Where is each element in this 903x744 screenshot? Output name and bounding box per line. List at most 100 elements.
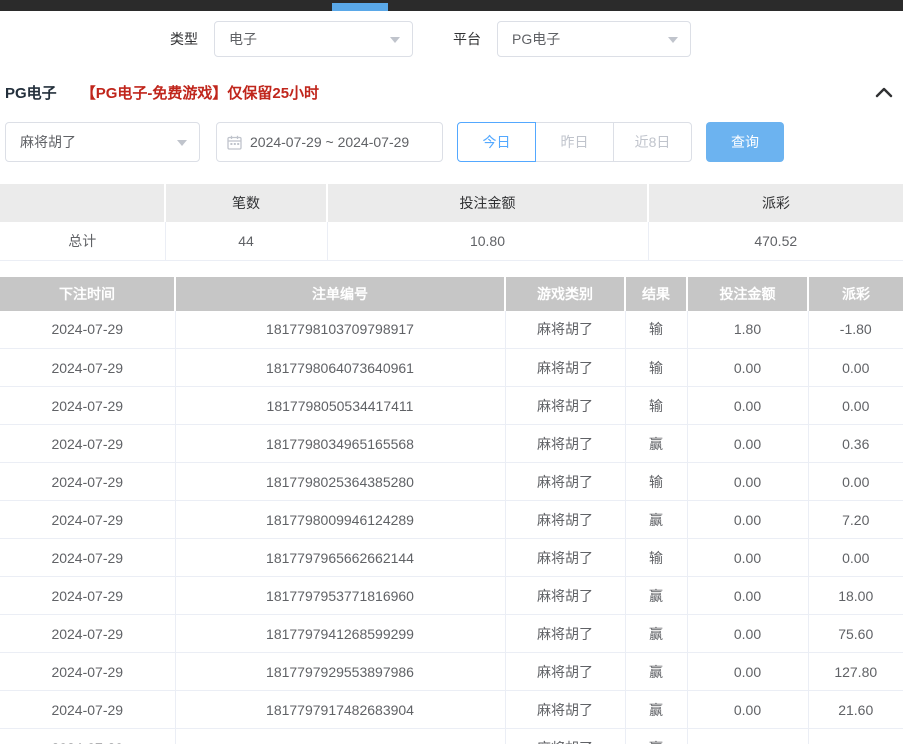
payout-cell: 127.80 bbox=[808, 653, 903, 691]
header-result: 结果 bbox=[625, 277, 687, 311]
order-no-cell: 1817798009946124289 bbox=[175, 501, 505, 539]
date-range-value: 2024-07-29 ~ 2024-07-29 bbox=[250, 134, 409, 150]
search-button[interactable]: 查询 bbox=[706, 122, 784, 162]
bet-amount-cell: 0.00 bbox=[687, 539, 808, 577]
quick-date-button-group: 今日 昨日 近8日 bbox=[457, 122, 692, 162]
bet-amount-cell: 0.00 bbox=[687, 615, 808, 653]
result-cell: 赢 bbox=[625, 729, 687, 744]
result-cell: 输 bbox=[625, 539, 687, 577]
payout-cell: -1.80 bbox=[808, 311, 903, 349]
top-nav-bar bbox=[0, 0, 903, 11]
summary-header-empty bbox=[0, 184, 165, 222]
table-row: 2024-07-29 1817798034965165568 麻将胡了 赢 0.… bbox=[0, 425, 903, 463]
type-label: 类型 bbox=[170, 29, 198, 49]
date-range-input[interactable]: 2024-07-29 ~ 2024-07-29 bbox=[216, 122, 443, 162]
bet-amount-cell: 0.00 bbox=[687, 463, 808, 501]
payout-cell: 0.00 bbox=[808, 387, 903, 425]
summary-header-count: 笔数 bbox=[165, 184, 327, 222]
yesterday-button[interactable]: 昨日 bbox=[535, 122, 614, 162]
bet-amount-cell: 0.00 bbox=[687, 653, 808, 691]
payout-cell: 75.60 bbox=[808, 615, 903, 653]
bet-amount-cell: 0.00 bbox=[687, 387, 808, 425]
game-type-cell: 麻将胡了 bbox=[505, 387, 625, 425]
bet-date-cell: 2024-07-29 bbox=[0, 653, 175, 691]
bet-amount-cell: 0.00 bbox=[687, 349, 808, 387]
today-button[interactable]: 今日 bbox=[457, 122, 536, 162]
type-select-value: 电子 bbox=[229, 29, 257, 49]
chevron-down-icon bbox=[668, 37, 678, 43]
order-no-cell: 1817798064073640961 bbox=[175, 349, 505, 387]
table-row: 2024-07-29 1817797917482683904 麻将胡了 赢 0.… bbox=[0, 691, 903, 729]
bet-amount-cell: 0.00 bbox=[687, 691, 808, 729]
game-type-cell: 麻将胡了 bbox=[505, 577, 625, 615]
game-select-value: 麻将胡了 bbox=[20, 132, 76, 152]
bet-date-cell: 2024-07-29 bbox=[0, 387, 175, 425]
filter-row: 类型 电子 平台 PG电子 bbox=[0, 21, 903, 57]
payout-cell: 18.00 bbox=[808, 577, 903, 615]
summary-header-row: 笔数 投注金额 派彩 bbox=[0, 184, 903, 222]
game-type-cell: 麻将胡了 bbox=[505, 653, 625, 691]
order-no-cell: 1817797965662662144 bbox=[175, 539, 505, 577]
table-body: 2024-07-29 1817798103709798917 麻将胡了 输 1.… bbox=[0, 311, 903, 744]
order-no-cell: 1817797941268599299 bbox=[175, 615, 505, 653]
order-no-cell: 1817797929553897986 bbox=[175, 653, 505, 691]
bet-amount-cell: 0.00 bbox=[687, 577, 808, 615]
result-cell: 赢 bbox=[625, 615, 687, 653]
table-row: 2024-07-29 1817798064073640961 麻将胡了 输 0.… bbox=[0, 349, 903, 387]
payout-cell: 7.20 bbox=[808, 501, 903, 539]
game-type-cell: 麻将胡了 bbox=[505, 539, 625, 577]
active-tab-indicator bbox=[332, 3, 388, 11]
chevron-up-icon bbox=[875, 86, 893, 98]
type-select[interactable]: 电子 bbox=[214, 21, 413, 57]
game-type-cell: 麻将胡了 bbox=[505, 691, 625, 729]
section-notice: 【PG电子-免费游戏】仅保留25小时 bbox=[81, 82, 319, 103]
table-header-row: 下注时间 注单编号 游戏类别 结果 投注金额 派彩 bbox=[0, 277, 903, 311]
game-select[interactable]: 麻将胡了 bbox=[5, 122, 200, 162]
result-cell: 输 bbox=[625, 463, 687, 501]
section-title: PG电子 bbox=[5, 82, 57, 103]
bet-date-cell: 2024-07-29 bbox=[0, 729, 175, 744]
table-row: 2024-07-29 1817798103709798917 麻将胡了 输 1.… bbox=[0, 311, 903, 349]
header-bet-time: 下注时间 bbox=[0, 277, 175, 311]
bet-amount-cell: 1.80 bbox=[687, 311, 808, 349]
payout-cell: 0.36 bbox=[808, 425, 903, 463]
header-game-type: 游戏类别 bbox=[505, 277, 625, 311]
order-no-cell: 1817797953771816960 bbox=[175, 577, 505, 615]
bet-amount-cell: 0.00 bbox=[687, 501, 808, 539]
summary-total-row: 总计 44 10.80 470.52 bbox=[0, 222, 903, 260]
game-type-cell: 麻将胡了 bbox=[505, 729, 625, 744]
table-row: 2024-07-29 1817798009946124289 麻将胡了 赢 0.… bbox=[0, 501, 903, 539]
summary-header-payout: 派彩 bbox=[648, 184, 903, 222]
bet-date-cell: 2024-07-29 bbox=[0, 425, 175, 463]
result-cell: 赢 bbox=[625, 425, 687, 463]
section-header: PG电子 【PG电子-免费游戏】仅保留25小时 bbox=[0, 83, 903, 101]
bet-date-cell: 2024-07-29 bbox=[0, 691, 175, 729]
game-type-cell: 麻将胡了 bbox=[505, 501, 625, 539]
header-payout: 派彩 bbox=[808, 277, 903, 311]
summary-header-bet-amount: 投注金额 bbox=[327, 184, 648, 222]
bet-date-cell: 2024-07-29 bbox=[0, 463, 175, 501]
collapse-button[interactable] bbox=[875, 86, 893, 98]
platform-select[interactable]: PG电子 bbox=[497, 21, 691, 57]
summary-total-bet-amount: 10.80 bbox=[327, 222, 648, 260]
payout-cell: 0.00 bbox=[808, 539, 903, 577]
bet-date-cell: 2024-07-29 bbox=[0, 539, 175, 577]
platform-select-value: PG电子 bbox=[512, 29, 560, 49]
order-no-cell: 1817797917482683904 bbox=[175, 691, 505, 729]
order-no-cell: 1817798034965165568 bbox=[175, 425, 505, 463]
chevron-down-icon bbox=[177, 140, 187, 146]
calendar-icon bbox=[227, 135, 242, 150]
summary-total-count: 44 bbox=[165, 222, 327, 260]
controls-row: 麻将胡了 2024-07-29 ~ 2024-07-29 今日 昨日 近8日 查… bbox=[0, 122, 903, 162]
game-type-cell: 麻将胡了 bbox=[505, 463, 625, 501]
last-8-days-button[interactable]: 近8日 bbox=[613, 122, 692, 162]
result-cell: 赢 bbox=[625, 691, 687, 729]
bet-amount-cell: 0.00 bbox=[687, 425, 808, 463]
result-cell: 赢 bbox=[625, 653, 687, 691]
bet-date-cell: 2024-07-29 bbox=[0, 615, 175, 653]
result-cell: 赢 bbox=[625, 577, 687, 615]
result-cell: 赢 bbox=[625, 501, 687, 539]
game-type-cell: 麻将胡了 bbox=[505, 349, 625, 387]
payout-cell: 21.60 bbox=[808, 691, 903, 729]
bet-date-cell: 2024-07-29 bbox=[0, 501, 175, 539]
